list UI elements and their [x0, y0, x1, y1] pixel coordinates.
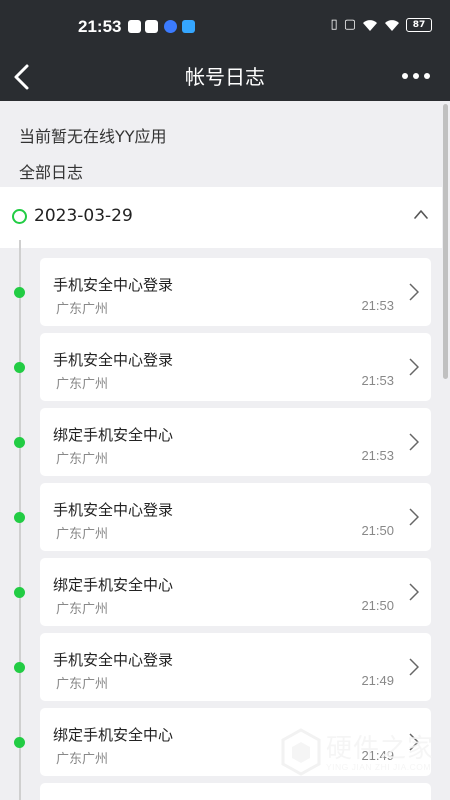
- watermark: 硬件之家 YING JIAN ZHI JIA.COM: [280, 728, 450, 788]
- log-item[interactable]: 手机安全中心登录 广东广州 21:50: [40, 483, 431, 551]
- timeline-ring-icon: [12, 209, 27, 224]
- log-item-name: 手机安全中心登录: [53, 651, 174, 669]
- log-item-location: 广东广州: [56, 602, 109, 617]
- sim-icon: ▢: [343, 17, 356, 32]
- chevron-right-icon: [409, 433, 419, 451]
- log-item-name: 绑定手机安全中心: [53, 726, 174, 744]
- timeline-dot: [14, 362, 25, 373]
- log-item-name: 绑定手机安全中心: [53, 426, 174, 444]
- wifi-icon: [385, 19, 399, 31]
- log-item-location: 广东广州: [56, 527, 109, 542]
- app-notification-icon: [164, 20, 177, 33]
- watermark-text: 硬件之家: [326, 734, 435, 764]
- log-item-time: 21:49: [361, 673, 394, 688]
- log-item[interactable]: 绑定手机安全中心 广东广州 21:50: [40, 558, 431, 626]
- scrollbar[interactable]: [443, 104, 448, 379]
- title-bar: 帐号日志: [0, 55, 450, 101]
- status-time: 21:53: [78, 17, 122, 36]
- log-item-time: 21:53: [361, 298, 394, 313]
- status-icons: ▯ ▢ 87: [331, 17, 432, 33]
- app-notification-icon: [145, 20, 158, 33]
- log-item-name: 手机安全中心登录: [53, 501, 174, 519]
- chevron-up-icon: [414, 210, 428, 219]
- vibrate-icon: ▯: [330, 17, 338, 32]
- chevron-right-icon: [409, 358, 419, 376]
- watermark-logo-icon: [281, 728, 321, 776]
- more-button[interactable]: [402, 67, 432, 85]
- mail-notification-icon: [128, 20, 141, 33]
- log-item-time: 21:53: [361, 373, 394, 388]
- timeline-dot: [14, 737, 25, 748]
- timeline-dot: [14, 287, 25, 298]
- more-dots-icon: [402, 73, 408, 79]
- timeline-dot: [14, 587, 25, 598]
- log-date: 2023-03-29: [34, 206, 133, 226]
- status-bar: 21:53 ▯ ▢ 87: [0, 0, 450, 55]
- log-item[interactable]: 手机安全中心登录 广东广州 21:53: [40, 258, 431, 326]
- log-item-location: 广东广州: [56, 677, 109, 692]
- chevron-right-icon: [409, 583, 419, 601]
- log-item[interactable]: 手机安全中心登录 广东广州 21:49: [40, 633, 431, 701]
- log-item-location: 广东广州: [56, 752, 109, 767]
- wifi-icon: [363, 19, 377, 31]
- timeline-dot: [14, 512, 25, 523]
- log-item-time: 21:50: [361, 598, 394, 613]
- no-online-app-text: 当前暂无在线YY应用: [19, 127, 167, 146]
- app-notification-icon: [182, 20, 195, 33]
- battery-icon: 87: [406, 18, 432, 32]
- timeline-dot: [14, 437, 25, 448]
- timeline-dot: [14, 662, 25, 673]
- log-item-location: 广东广州: [56, 302, 109, 317]
- log-item-name: 手机安全中心登录: [53, 276, 174, 294]
- log-date-group[interactable]: 2023-03-29: [0, 187, 442, 248]
- chevron-right-icon: [409, 283, 419, 301]
- watermark-subtext: YING JIAN ZHI JIA.COM: [326, 762, 431, 772]
- log-item-time: 21:53: [361, 448, 394, 463]
- log-item-time: 21:50: [361, 523, 394, 538]
- log-item[interactable]: 手机安全中心登录 广东广州 21:53: [40, 333, 431, 401]
- log-item-location: 广东广州: [56, 377, 109, 392]
- chevron-right-icon: [409, 658, 419, 676]
- log-item[interactable]: 绑定手机安全中心 广东广州 21:53: [40, 408, 431, 476]
- log-item-name: 手机安全中心登录: [53, 351, 174, 369]
- all-logs-heading: 全部日志: [19, 163, 84, 182]
- log-item-name: 绑定手机安全中心: [53, 576, 174, 594]
- page-title: 帐号日志: [185, 65, 265, 89]
- log-item-location: 广东广州: [56, 452, 109, 467]
- chevron-right-icon: [409, 508, 419, 526]
